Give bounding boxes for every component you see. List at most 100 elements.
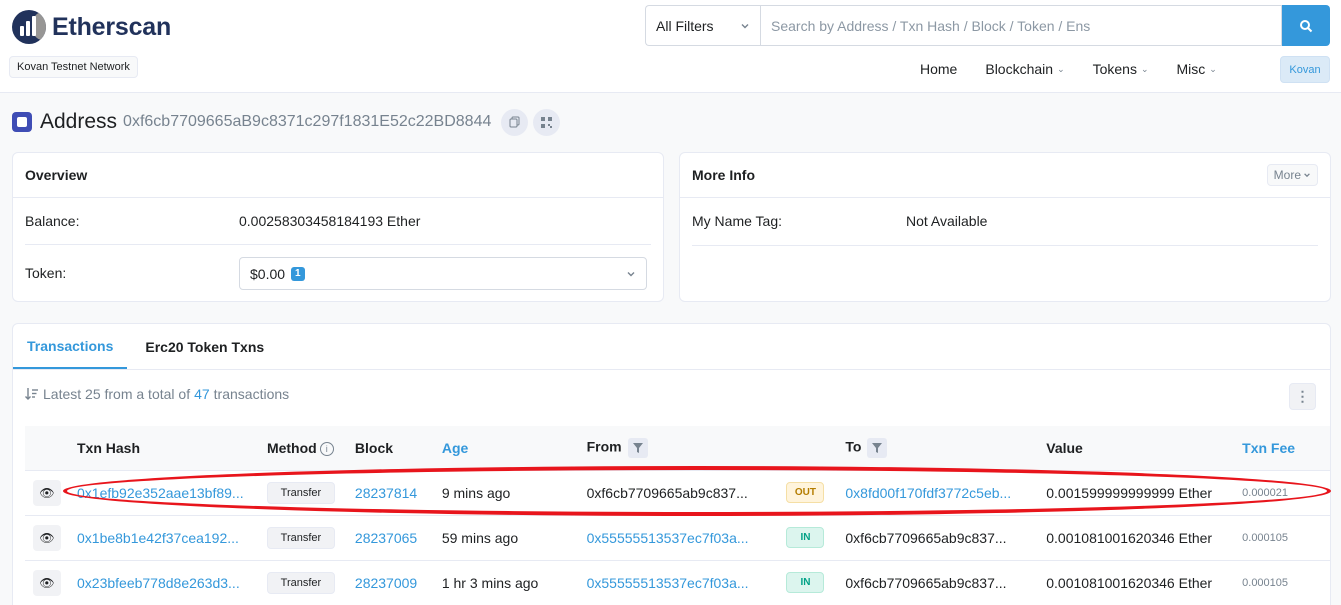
header-age[interactable]: Age <box>434 426 579 470</box>
table-row: 👁 0x1efb92e352aae13bf89... Transfer 2823… <box>25 470 1330 515</box>
overview-header: Overview <box>13 153 663 198</box>
name-tag-row: My Name Tag: Not Available <box>692 198 1318 244</box>
search-input[interactable] <box>760 5 1282 46</box>
txn-hash-link[interactable]: 0x1efb92e352aae13bf89... <box>69 470 259 515</box>
sort-icon <box>25 388 38 400</box>
network-badge: Kovan Testnet Network <box>9 56 138 78</box>
table-header-row: Txn Hash Method i Block Age From To Value… <box>25 426 1330 470</box>
age-cell: 1 hr 3 mins ago <box>441 574 539 591</box>
block-link[interactable]: 28237065 <box>347 515 434 560</box>
eye-icon[interactable]: 👁 <box>33 569 61 596</box>
tab-label: Transactions <box>27 337 114 354</box>
filter-icon[interactable] <box>867 437 888 458</box>
balance-label: Balance: <box>25 213 80 229</box>
to-address: 0xf6cb7709665ab9c837... <box>845 529 1007 546</box>
filter-icon[interactable] <box>627 437 648 458</box>
info-icon[interactable]: i <box>319 441 334 456</box>
search-button[interactable] <box>1282 5 1330 46</box>
more-info-header: More Info More <box>680 153 1330 198</box>
eye-icon[interactable]: 👁 <box>33 524 61 551</box>
logo[interactable]: Etherscan <box>12 10 171 44</box>
block-link[interactable]: 28237814 <box>347 470 434 515</box>
more-button-label: More <box>1273 168 1301 182</box>
direction-badge: IN <box>786 572 825 594</box>
logo-text: Etherscan <box>52 12 172 41</box>
method-badge: Transfer <box>266 526 335 549</box>
tab-erc20-token-txns[interactable]: Erc20 Token Txns <box>127 324 278 369</box>
nav-label: Tokens <box>1092 61 1137 77</box>
header-method-label: Method <box>266 439 317 456</box>
chevron-down-icon <box>627 271 635 276</box>
tab-bar: Transactions Erc20 Token Txns <box>13 324 1330 370</box>
address-heading: Address 0xf6cb7709665aB9c8371c297f1831E5… <box>12 107 565 137</box>
txn-hash-link[interactable]: 0x23bfeeb778d8e263d3... <box>69 560 259 605</box>
filter-select[interactable]: All Filters <box>645 5 760 46</box>
header-from-label: From <box>586 438 622 455</box>
token-label: Token: <box>25 265 67 281</box>
page-title: Address <box>40 110 118 133</box>
value-cell: 0.001081001620346 Ether <box>1046 574 1213 591</box>
chevron-down-icon <box>1304 173 1310 178</box>
header-to: To <box>837 426 1038 470</box>
header-from: From <box>579 426 779 470</box>
nav-label: Blockchain <box>985 61 1054 77</box>
transactions-summary: Latest 25 from a total of 47 transaction… <box>25 386 289 402</box>
table-row: 👁 0x1be8b1e42f37cea192... Transfer 28237… <box>25 515 1330 560</box>
header-txn-hash: Txn Hash <box>77 439 141 456</box>
header-direction <box>778 426 837 470</box>
value-cell: 0.001599999999999 Ether <box>1046 484 1213 501</box>
fee-cell: 0.000105 <box>1242 531 1289 544</box>
chevron-down-icon <box>741 23 749 28</box>
from-address-link[interactable]: 0x55555513537ec7f03a... <box>579 560 779 605</box>
tab-label: Erc20 Token Txns <box>145 338 265 355</box>
chevron-down-icon: ⌄ <box>1209 63 1217 74</box>
nav-label: Home <box>920 61 958 77</box>
name-tag-value: Not Available <box>906 213 988 229</box>
qr-code-button[interactable] <box>533 108 561 136</box>
network-switch-button[interactable]: Kovan <box>1280 56 1330 83</box>
address-icon <box>12 112 32 132</box>
value-cell: 0.001081001620346 Ether <box>1046 529 1213 546</box>
divider <box>25 244 651 245</box>
header-method: Method i <box>259 426 347 470</box>
address-hash: 0xf6cb7709665aB9c8371c297f1831E52c22BD88… <box>123 113 492 130</box>
transactions-table: Txn Hash Method i Block Age From To Value… <box>25 426 1330 605</box>
summary-prefix: Latest 25 from a total of <box>43 386 191 402</box>
overview-card: Overview Balance: 0.00258303458184193 Et… <box>12 152 664 302</box>
fee-cell: 0.000021 <box>1242 486 1289 499</box>
copy-icon <box>509 116 520 128</box>
block-link[interactable]: 28237009 <box>347 560 434 605</box>
age-cell: 9 mins ago <box>441 484 511 501</box>
name-tag-label: My Name Tag: <box>692 213 782 229</box>
card-title: Overview <box>25 167 88 183</box>
header-txn-fee[interactable]: Txn Fee <box>1234 426 1330 470</box>
table-row: 👁 0x23bfeeb778d8e263d3... Transfer 28237… <box>25 560 1330 605</box>
eye-icon[interactable]: 👁 <box>33 479 61 506</box>
to-address-link[interactable]: 0x8fd00f170fdf3772c5eb... <box>837 470 1038 515</box>
nav-item-tokens[interactable]: Tokens ⌄ <box>1079 56 1163 82</box>
nav-item-blockchain[interactable]: Blockchain ⌄ <box>971 56 1078 82</box>
header-cell-eye <box>25 426 69 470</box>
method-badge: Transfer <box>266 571 335 594</box>
nav-item-home[interactable]: Home <box>906 56 971 82</box>
nav-item-misc[interactable]: Misc ⌄ <box>1163 56 1231 82</box>
logo-icon <box>12 10 46 44</box>
filter-select-label: All Filters <box>656 17 714 34</box>
summary-suffix: transactions <box>213 386 290 402</box>
copy-button[interactable] <box>501 108 529 136</box>
header-to-label: To <box>845 438 862 455</box>
chevron-down-icon: ⌄ <box>1057 63 1065 74</box>
direction-badge: OUT <box>786 482 825 503</box>
tab-transactions[interactable]: Transactions <box>13 324 128 369</box>
table-options-button[interactable]: ⋮ <box>1289 383 1316 410</box>
header-value: Value <box>1046 439 1083 456</box>
more-button[interactable]: More <box>1266 164 1318 186</box>
transactions-count-link[interactable]: 47 <box>194 386 210 402</box>
method-badge: Transfer <box>266 481 335 504</box>
from-address-link[interactable]: 0x55555513537ec7f03a... <box>579 515 779 560</box>
balance-value: 0.00258303458184193 Ether <box>239 213 421 229</box>
txn-hash-link[interactable]: 0x1be8b1e42f37cea192... <box>69 515 259 560</box>
search-icon <box>1300 19 1313 32</box>
token-dropdown[interactable]: $0.00 1 <box>239 257 647 290</box>
balance-row: Balance: 0.00258303458184193 Ether <box>25 198 651 244</box>
